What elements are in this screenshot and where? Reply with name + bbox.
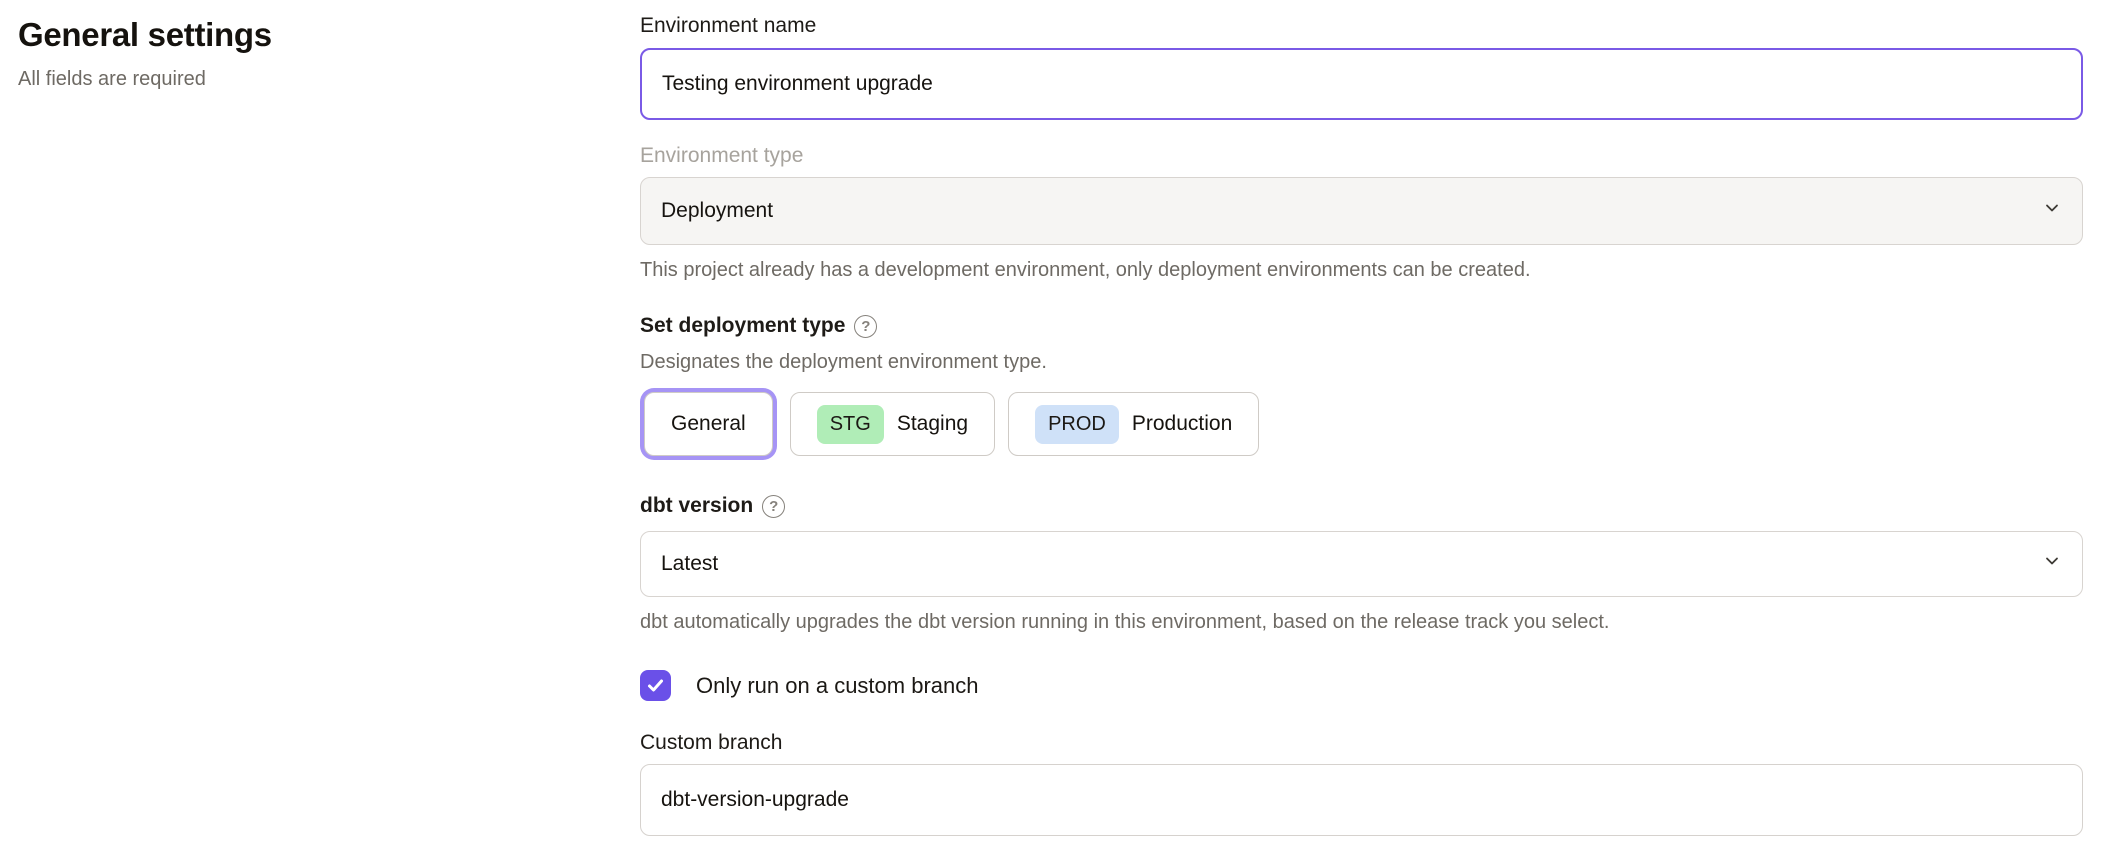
staging-badge: STG: [817, 405, 884, 444]
help-icon[interactable]: ?: [854, 315, 877, 338]
custom-branch-checkbox[interactable]: [640, 670, 671, 701]
deployment-type-staging-button[interactable]: STG Staging: [790, 392, 995, 456]
page-title: General settings: [18, 16, 640, 54]
custom-branch-input[interactable]: [640, 764, 2083, 836]
deployment-type-label-row: Set deployment type ?: [640, 314, 2083, 338]
dbt-version-value: Latest: [661, 552, 718, 576]
environment-name-input[interactable]: [640, 48, 2083, 120]
custom-branch-label: Custom branch: [640, 731, 2083, 755]
dbt-version-helper: dbt automatically upgrades the dbt versi…: [640, 611, 2083, 634]
page-subtitle: All fields are required: [18, 68, 640, 91]
custom-branch-checkbox-row: Only run on a custom branch: [640, 670, 2083, 701]
environment-name-label: Environment name: [640, 14, 2083, 38]
settings-form: Environment name Environment type Deploy…: [640, 0, 2083, 836]
deployment-type-production-label: Production: [1132, 412, 1232, 436]
help-icon[interactable]: ?: [762, 495, 785, 518]
chevron-down-icon: [2042, 198, 2062, 224]
chevron-down-icon: [2042, 551, 2062, 577]
deployment-type-production-button[interactable]: PROD Production: [1008, 392, 1259, 456]
deployment-type-staging-label: Staging: [897, 412, 968, 436]
check-icon: [646, 676, 665, 695]
deployment-type-helper: Designates the deployment environment ty…: [640, 351, 2083, 374]
deployment-type-general-button[interactable]: General: [644, 392, 773, 456]
page-header: General settings All fields are required: [0, 0, 640, 836]
dbt-version-label-row: dbt version ?: [640, 494, 2083, 518]
production-badge: PROD: [1035, 405, 1119, 444]
deployment-type-general-label: General: [671, 412, 746, 436]
settings-page: General settings All fields are required…: [0, 0, 2116, 836]
dbt-version-label: dbt version: [640, 494, 753, 518]
custom-branch-checkbox-label[interactable]: Only run on a custom branch: [696, 673, 978, 699]
dbt-version-select[interactable]: Latest: [640, 531, 2083, 597]
environment-type-helper: This project already has a development e…: [640, 259, 2083, 282]
deployment-type-options: General STG Staging PROD Production: [640, 392, 2083, 456]
environment-type-label: Environment type: [640, 144, 2083, 168]
environment-type-value: Deployment: [661, 199, 773, 223]
deployment-type-label: Set deployment type: [640, 314, 845, 338]
environment-type-select[interactable]: Deployment: [640, 177, 2083, 245]
